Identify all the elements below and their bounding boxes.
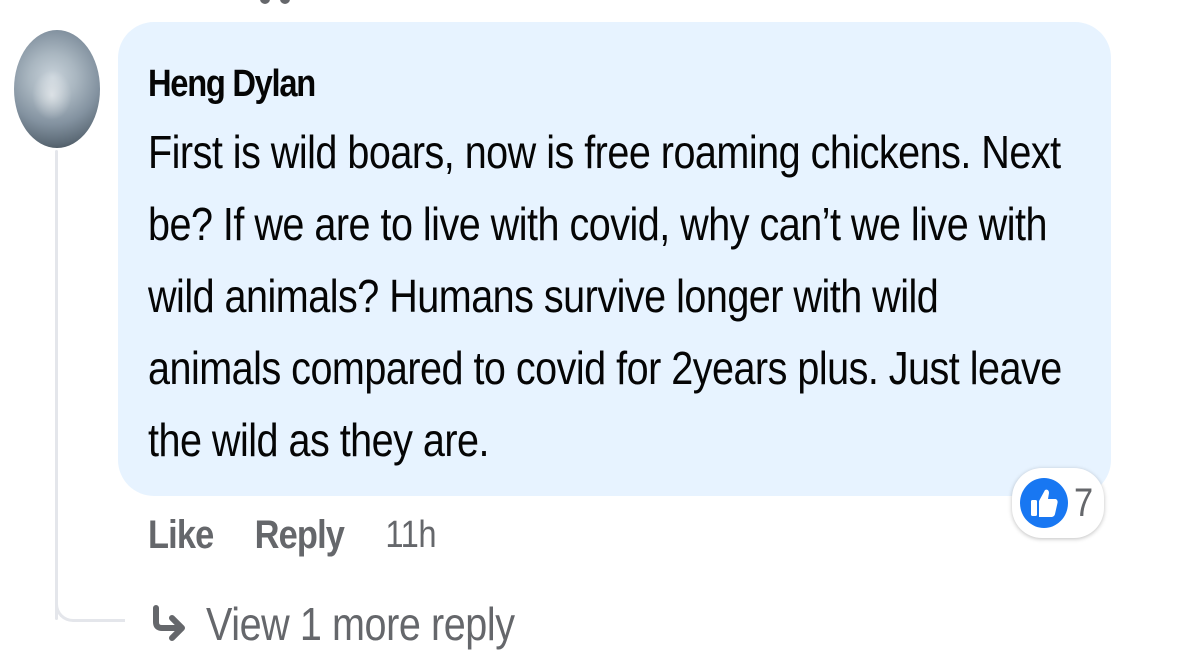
previous-comment-fragment [260,0,330,4]
reaction-summary[interactable]: 7 [1012,468,1104,538]
comment-timestamp[interactable]: 11h [385,514,436,557]
comment-line: be? If we are to live with covid, why ca… [148,198,1047,250]
comment-author[interactable]: Heng Dylan [148,60,316,108]
view-more-replies-button[interactable]: View 1 more reply [148,596,565,652]
comment-line: wild animals? Humans survive longer with… [148,270,939,322]
reaction-count: 7 [1074,481,1094,525]
thread-line [55,150,58,620]
view-more-replies-label: View 1 more reply [206,598,515,650]
comment-line: First is wild boars, now is free roaming… [148,126,1061,178]
avatar[interactable] [14,30,100,148]
like-thumbs-up-icon [1020,478,1068,528]
comment-line: the wild as they are. [148,414,490,466]
thread-connector [55,580,125,622]
like-button[interactable]: Like [148,513,214,558]
reply-button[interactable]: Reply [255,513,345,558]
comment-text: First is wild boars, now is free roaming… [148,116,1077,476]
comment-line: animals compared to covid for 2years plu… [148,342,1062,394]
comment-actions: Like Reply 11h [148,510,437,560]
reply-arrow-icon [153,605,185,641]
